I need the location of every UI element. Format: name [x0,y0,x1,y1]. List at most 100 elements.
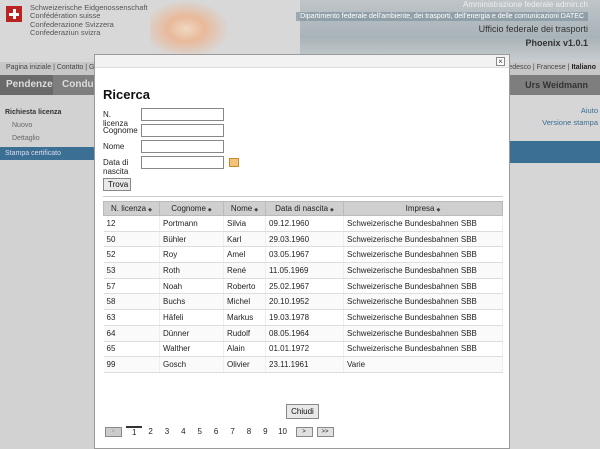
cell-name: René [223,262,266,279]
cell-company: Schweizerische Bundesbahnen SBB [343,278,503,295]
column-header-label: Data di nascita [275,204,329,213]
close-button[interactable]: Chiudi [286,404,319,419]
table-row[interactable]: 53 Roth René 11.05.1969 Schweizerische Bunde… [103,262,503,279]
page-link[interactable]: 3 [159,427,175,436]
cell-company: Schweizerische Bundesbahnen SBB [343,215,503,232]
close-icon[interactable]: × [496,57,505,66]
search-dialog: × Ricerca N. licenza Cognome Nome Data d… [94,54,510,449]
column-header-label: Nome [230,204,253,213]
cell-surname: Walther [159,341,224,358]
cell-license: 57 [103,278,160,295]
sidebar-item-nuovo[interactable]: Nuovo [0,119,95,132]
page-link[interactable]: 4 [175,427,191,436]
sidebar-item-dettaglio[interactable]: Dettaglio [0,132,95,145]
pagination: < 1 2 3 4 5 6 7 8 9 10 > >> [105,426,338,437]
next-page-button[interactable]: > [295,426,313,437]
page-link[interactable]: 8 [241,427,257,436]
column-header-surname[interactable]: Cognome ◆ [159,201,224,216]
table-row[interactable]: 50 Bühler Karl 29.03.1960 Schweizerische Bun… [103,231,503,248]
cell-name: Alain [223,341,266,358]
sort-icon: ◆ [148,207,152,213]
cell-company: Schweizerische Bundesbahnen SBB [343,309,503,326]
table-row[interactable]: 64 Dünner Rudolf 08.05.1964 Schweizerische B… [103,325,503,342]
sort-icon: ◆ [254,207,259,213]
cell-birthdate: 01.01.1972 [265,341,344,358]
cell-license: 50 [103,231,160,248]
sidebar-item-stampa-certificato[interactable]: Stampa certificato [0,147,95,160]
cell-birthdate: 11.05.1969 [265,262,344,279]
page-link[interactable]: 5 [192,427,208,436]
birthdate-label-line: nascita [103,167,129,176]
birthdate-input[interactable] [141,156,224,169]
prev-page-button[interactable]: < [105,426,122,437]
cell-company: Schweizerische Bundesbahnen SBB [343,231,503,248]
surname-label: Cognome [103,126,138,135]
column-header-company[interactable]: Impresa ◆ [343,201,503,216]
cell-name: Karl [223,231,266,248]
cell-surname: Buchs [159,293,224,311]
cell-name: Markus [223,309,266,326]
column-header-label: N. licenza [111,204,147,213]
language-links[interactable]: Tedesco | Francese | Italiano [505,64,596,71]
page-link[interactable]: 6 [208,427,224,436]
name-input[interactable] [141,140,224,153]
page-link[interactable]: 2 [142,427,158,436]
language-link-italiano[interactable]: Italiano [571,64,596,71]
table-header-row: N. licenza ◆ Cognome ◆ Nome ◆ Data di nasci… [103,201,503,216]
tab-pendenze[interactable]: Pendenze [0,75,53,95]
sidebar-heading: Richiesta licenza [5,109,62,116]
office-label: Ufficio federale dei trasporti [478,24,588,34]
column-header-birthdate[interactable]: Data di nascita ◆ [265,201,344,216]
print-version-link[interactable]: Versione stampa [505,117,598,129]
cell-birthdate: 09.12.1960 [265,215,344,232]
license-input[interactable] [141,108,224,121]
cell-name: Roberto [223,278,266,295]
cell-surname: Bühler [159,231,224,248]
table-row[interactable]: 58 Buchs Michel 20.10.1952 Schweizerische Bu… [103,293,503,311]
cell-surname: Portmann [159,215,224,232]
birthdate-label: Data di nascita [103,158,128,176]
admin-link[interactable]: Amministrazione federale admin.ch [463,0,588,9]
page-link-current[interactable]: 1 [126,426,143,437]
sidebar: Richiesta licenza Nuovo Dettaglio Stampa… [0,95,95,449]
search-button[interactable]: Trova [103,178,131,191]
table-row[interactable]: 63 Häfeli Markus 19.03.1978 Schweizerische B… [103,309,503,326]
cell-license: 12 [103,215,160,232]
table-row[interactable]: 52 Roy Amel 03.05.1967 Schweizerische Bundes… [103,246,503,264]
cell-surname: Noah [159,278,224,295]
column-header-license[interactable]: N. licenza ◆ [103,201,160,216]
table-row[interactable]: 99 Gosch Olivier 23.11.1961 Varie [103,356,503,373]
cell-license: 53 [103,262,160,279]
page-link[interactable]: 7 [224,427,240,436]
cell-birthdate: 19.03.1978 [265,309,344,326]
cell-company: Schweizerische Bundesbahnen SBB [343,262,503,279]
help-link[interactable]: Aiuto [505,105,598,117]
surname-input[interactable] [141,124,224,137]
last-page-button[interactable]: >> [316,426,334,437]
site-header: Schweizerische Eidgenossenschaft Confédé… [0,0,600,62]
sort-icon: ◆ [207,207,212,213]
column-header-name[interactable]: Nome ◆ [223,201,266,216]
cell-company: Schweizerische Bundesbahnen SBB [343,341,503,358]
column-header-label: Cognome [171,204,206,213]
cell-birthdate: 03.05.1967 [265,246,344,264]
table-row[interactable]: 12 Portmann Silvia 09.12.1960 Schweizerische… [103,215,503,232]
cell-birthdate: 08.05.1964 [265,325,344,342]
cell-name: Olivier [223,356,266,373]
table-row[interactable]: 57 Noah Roberto 25.02.1967 Schweizerische Bu… [103,278,503,295]
swiss-flag-icon [6,6,22,22]
calendar-icon[interactable] [229,158,239,167]
right-links: Aiuto Versione stampa [505,105,600,129]
home-contact-links[interactable]: Pagina iniziale | Contatto | G [6,64,94,71]
page-link[interactable]: 9 [257,427,273,436]
page-link[interactable]: 10 [274,427,292,436]
phoenix-bird-icon [150,0,230,58]
divider [103,196,503,197]
language-links-inactive[interactable]: Tedesco | Francese | [505,64,572,71]
results-table: N. licenza ◆ Cognome ◆ Nome ◆ Data di nasci… [103,201,503,373]
cell-license: 58 [103,293,160,311]
cell-license: 65 [103,341,160,358]
cell-company: Schweizerische Bundesbahnen SBB [343,325,503,342]
table-row[interactable]: 65 Walther Alain 01.01.1972 Schweizerische B… [103,341,503,358]
cell-birthdate: 25.02.1967 [265,278,344,295]
